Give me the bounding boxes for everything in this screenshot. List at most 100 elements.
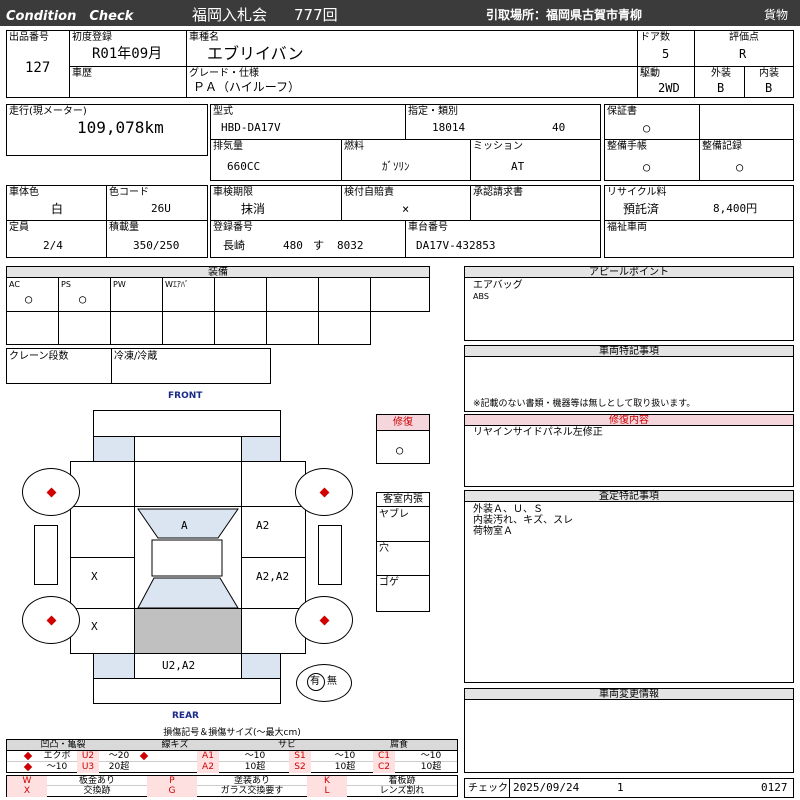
model-label: 型式 bbox=[213, 106, 233, 117]
reg-num: 8032 bbox=[337, 239, 364, 252]
equip-ps-mark: ○ bbox=[79, 292, 87, 306]
fuel-value: ｶﾞｿﾘﾝ bbox=[382, 160, 410, 173]
equip-ac-mark: ○ bbox=[25, 292, 33, 306]
color-code-value: 26U bbox=[151, 202, 171, 215]
equip-blank-11 bbox=[110, 311, 163, 345]
damage-left-1: X bbox=[91, 570, 98, 583]
equip-w-airbag: Wｴｱﾊﾞ bbox=[162, 277, 215, 312]
legend-row-2: ～10 U3 20超 A2 10超 S2 10超 C2 10超 bbox=[7, 762, 457, 773]
capacity-value: 2/4 bbox=[43, 239, 63, 252]
legend-r1-c1: エクボ bbox=[43, 751, 71, 761]
legend-r1-a-marker-icon bbox=[139, 751, 149, 761]
reg-kana: す bbox=[313, 239, 324, 252]
legend-r1-c9: ～10 bbox=[420, 751, 442, 761]
wheel-fl-marker-icon bbox=[46, 487, 57, 498]
color-code-label: 色コード bbox=[109, 187, 149, 198]
fuel-label: 燃料 bbox=[344, 141, 364, 152]
welfare-label: 福祉車両 bbox=[607, 222, 647, 233]
displacement-value: 660CC bbox=[227, 160, 261, 173]
inspection-label: 車検期限 bbox=[213, 187, 253, 198]
legend-r2-c2: U3 bbox=[77, 762, 99, 773]
crane-label: クレーン段数 bbox=[9, 351, 69, 362]
doors-label: ドア数 bbox=[640, 32, 670, 43]
designation-value: 18014 bbox=[432, 121, 466, 134]
legend-damage-table: 凹凸・亀裂 線キズ サビ 腐食 エクボ U2 ～20 A1 ～10 S1 ～10… bbox=[6, 739, 458, 773]
first-reg-cell: 初度登録 R01年09月 bbox=[69, 30, 187, 67]
exterior-value: B bbox=[717, 81, 725, 95]
auction-name: 福岡入札会 bbox=[192, 6, 268, 24]
legend-r1-c8: C1 bbox=[373, 751, 395, 762]
repair-mark: ○ bbox=[396, 443, 404, 457]
appeal-line-1: エアバッグ bbox=[473, 280, 523, 291]
pickup-location: 引取場所：福岡県古賀市青柳 bbox=[486, 8, 643, 22]
front-corner-right bbox=[241, 436, 281, 462]
rear-window bbox=[137, 577, 239, 609]
capacity-label: 定員 bbox=[9, 222, 29, 233]
assess-line-1: 外装Ａ、Ｕ、Ｓ bbox=[473, 504, 543, 515]
footer-divider bbox=[509, 779, 510, 797]
cabin-box: 客室内張 ヤブレ 穴 ゴゲ bbox=[376, 492, 430, 612]
warranty-label: 保証書 bbox=[607, 106, 637, 117]
front-label: FRONT bbox=[168, 391, 203, 401]
check-number: 1 bbox=[617, 781, 624, 794]
approval-label: 承認請求書 bbox=[473, 187, 523, 198]
recycle-label: リサイクル料 bbox=[607, 187, 667, 198]
left-rear-door bbox=[70, 557, 135, 609]
equip-blank-5 bbox=[214, 277, 267, 312]
rear-bumper bbox=[93, 678, 281, 704]
model-value: HBD-DA17V bbox=[221, 121, 281, 134]
lot-cell: 出品番号 127 bbox=[6, 30, 70, 98]
body-color-value: 白 bbox=[51, 202, 64, 216]
wheel-rr-marker-icon bbox=[319, 615, 330, 626]
presence-no: 無 bbox=[327, 676, 337, 687]
front-bumper bbox=[93, 410, 281, 437]
mission-cell: ミッション AT bbox=[470, 139, 601, 181]
car-name-label: 車種名 bbox=[189, 32, 219, 43]
legend-r2-c4: A2 bbox=[197, 762, 219, 773]
wheel-front-left-icon bbox=[22, 468, 80, 516]
model-cell: 型式 HBD-DA17V bbox=[210, 104, 406, 140]
drive-cell: 駆動 2WD bbox=[637, 66, 695, 98]
grade-label: グレード・仕様 bbox=[189, 68, 259, 79]
exterior-cell: 外装 B bbox=[694, 66, 745, 98]
welfare-cell: 福祉車両 bbox=[604, 220, 794, 258]
chassis-value: DA17V-432853 bbox=[416, 239, 496, 252]
legend-key-row-2: X 交換跡 G ガラス交換要す L レンズ割れ bbox=[7, 786, 457, 797]
wheel-rl-marker-icon bbox=[46, 615, 57, 626]
wheel-rear-left-icon bbox=[22, 596, 80, 644]
windshield bbox=[137, 508, 239, 539]
legend-header-row: 凹凸・亀裂 線キズ サビ 腐食 bbox=[7, 740, 457, 751]
grade-score-value: R bbox=[739, 47, 747, 61]
interior-label: 内装 bbox=[759, 68, 779, 79]
equip-ac: AC ○ bbox=[6, 277, 59, 312]
cabin-row-1: ヤブレ bbox=[379, 509, 409, 520]
maintenance-record-cell: 整備記録 ○ bbox=[699, 139, 794, 181]
warranty-value: ○ bbox=[643, 121, 651, 135]
rear-label: REAR bbox=[172, 711, 199, 721]
legend-r1-c4: A1 bbox=[197, 751, 219, 762]
wheel-rear-right-icon bbox=[295, 596, 353, 644]
maintenance-label: 整備手帳 bbox=[607, 141, 647, 152]
crane-cell: クレーン段数 bbox=[6, 348, 112, 384]
header-title: Condition Check bbox=[6, 9, 134, 24]
left-front-fender bbox=[70, 461, 135, 507]
key-x-desc: 交換跡 bbox=[83, 786, 111, 796]
equip-blank-10 bbox=[58, 311, 111, 345]
fuel-cell: 燃料 ｶﾞｿﾘﾝ bbox=[341, 139, 471, 181]
inspection-cell: 車検期限 抹消 bbox=[210, 185, 342, 221]
auction-number: 777回 bbox=[294, 6, 338, 24]
reg-area: 長崎 bbox=[223, 239, 245, 252]
front-panel bbox=[134, 436, 242, 462]
legend-key-table: W 板金あり P 塗装あり K 着板跡 X 交換跡 G ガラス交換要す L レン… bbox=[6, 775, 458, 797]
damage-front: A bbox=[181, 519, 188, 532]
cargo-label: 貨物 bbox=[764, 8, 789, 22]
designation-label: 指定・類別 bbox=[408, 106, 458, 117]
maintenance-record-value: ○ bbox=[736, 160, 744, 174]
color-code-cell: 色コード 26U bbox=[106, 185, 208, 221]
legend-r2-c9: 10超 bbox=[420, 762, 442, 772]
mileage-value: 109,078km bbox=[77, 118, 164, 137]
equip-ps-label: PS bbox=[61, 280, 71, 289]
mission-value: AT bbox=[511, 160, 525, 173]
chassis-label: 車台番号 bbox=[408, 222, 448, 233]
legend-r1-c7: ～10 bbox=[334, 751, 356, 761]
